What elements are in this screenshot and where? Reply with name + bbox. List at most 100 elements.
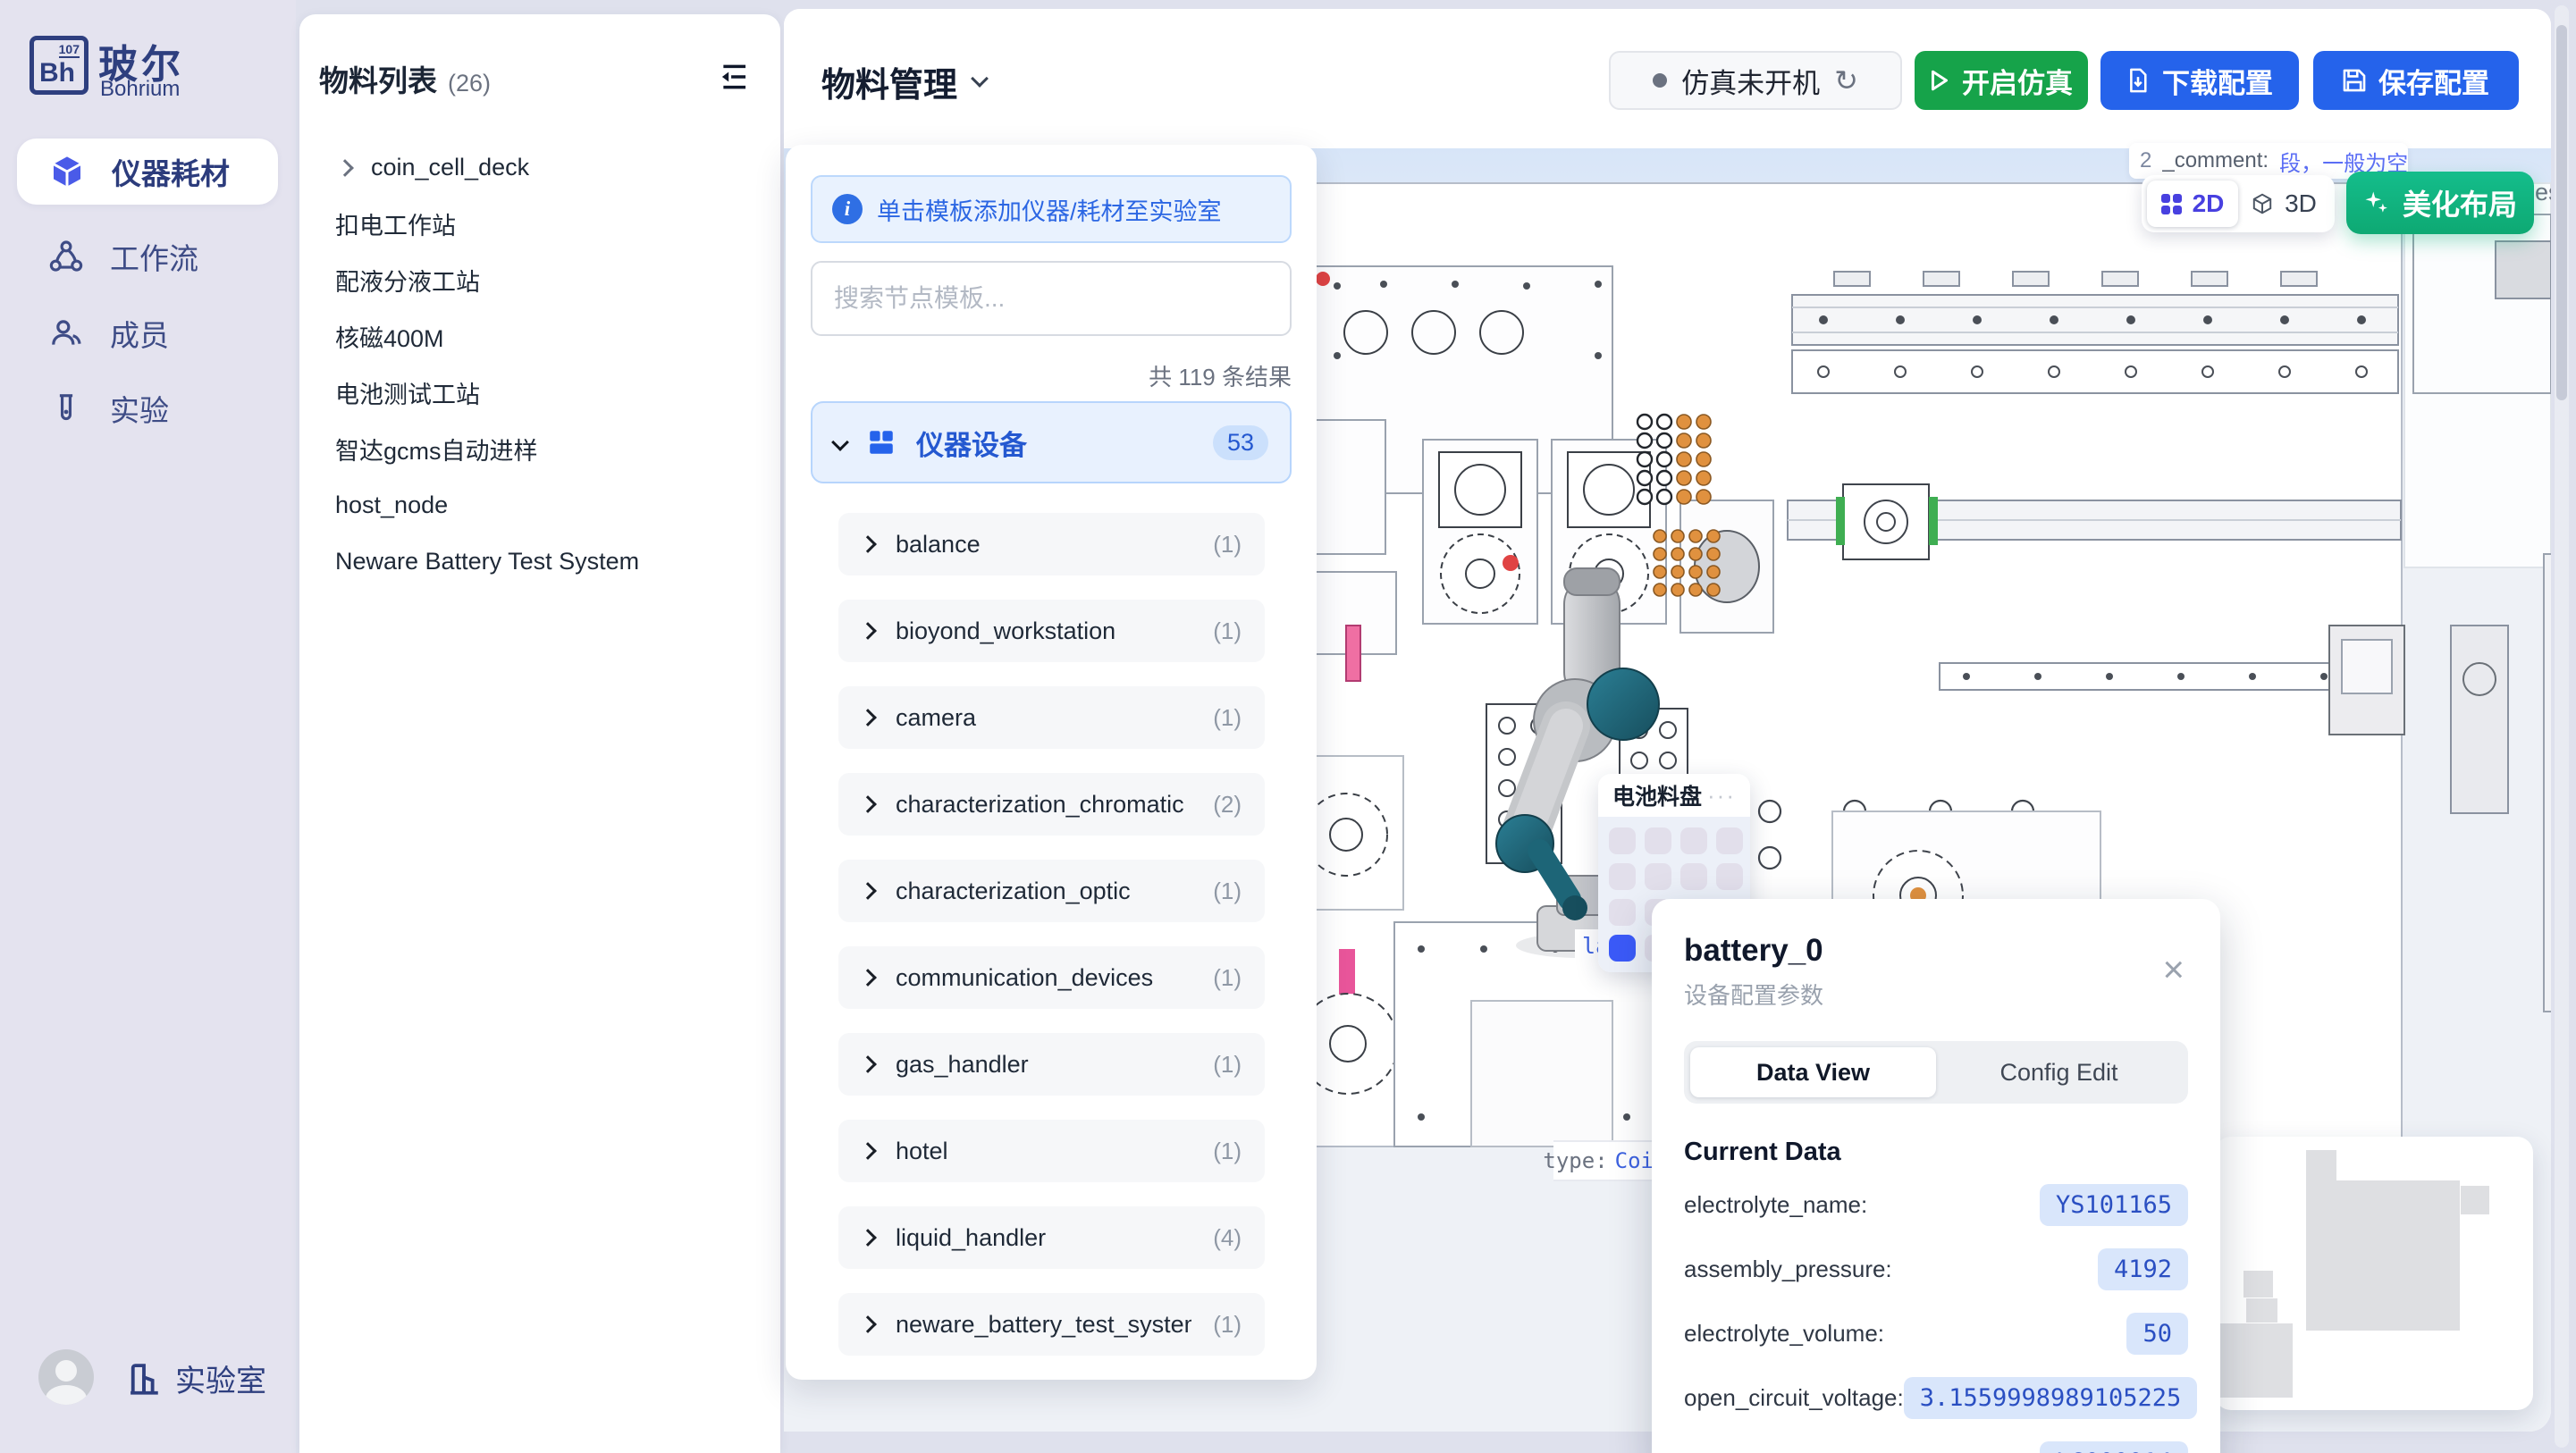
- beautify-label: 美化布局: [2403, 182, 2517, 223]
- category-name: neware_battery_test_system: [896, 1311, 1191, 1339]
- category-count: (1): [1213, 1051, 1242, 1079]
- type-tooltip-fragment: type: Coi: [1553, 1140, 1654, 1181]
- material-item[interactable]: Neware Battery Test System: [319, 533, 761, 590]
- tab-config-edit[interactable]: Config Edit: [1936, 1047, 2182, 1097]
- popup-subtitle: 设备配置参数: [1684, 978, 2188, 1011]
- tray-title: 电池料盘: [1612, 779, 1702, 811]
- field-label: electrolyte_name:: [1684, 1191, 1867, 1219]
- chevron-right-icon: [336, 159, 354, 177]
- refresh-icon[interactable]: ↻: [1834, 66, 1858, 95]
- chevron-right-icon: [859, 1229, 877, 1247]
- field-value: LG000014: [2040, 1441, 2188, 1453]
- toggle-3d[interactable]: 3D: [2238, 181, 2329, 227]
- materials-count: (26): [448, 70, 491, 97]
- sidebar-item-label: 工作流: [110, 235, 198, 278]
- hint-label: _comment:: [2162, 148, 2269, 173]
- category-count: (1): [1213, 1138, 1242, 1165]
- tray-cell-selected[interactable]: [1609, 935, 1636, 962]
- material-name: 核磁400M: [335, 319, 444, 354]
- beautify-layout-button[interactable]: 美化布局: [2346, 172, 2534, 234]
- material-item[interactable]: 智达gcms自动进样: [319, 421, 761, 477]
- start-simulation-button[interactable]: 开启仿真: [1915, 51, 2088, 110]
- category-hotel[interactable]: hotel(1): [838, 1120, 1265, 1182]
- tray-cell[interactable]: [1716, 827, 1743, 854]
- popup-tabs: Data View Config Edit: [1684, 1041, 2188, 1104]
- tray-cell[interactable]: [1645, 827, 1671, 854]
- group-instruments[interactable]: 仪器设备 53: [811, 401, 1292, 483]
- toggle-2d[interactable]: 2D: [2147, 181, 2238, 227]
- tray-cell[interactable]: [1609, 863, 1636, 890]
- bohrium-logo-icon: 107 Bh: [29, 36, 88, 95]
- save-config-button[interactable]: 保存配置: [2313, 51, 2519, 110]
- category-camera[interactable]: camera(1): [838, 686, 1265, 749]
- tray-cell[interactable]: [1716, 863, 1743, 890]
- sidebar-item-instruments[interactable]: 仪器耗材: [17, 139, 278, 205]
- group-label: 仪器设备: [916, 423, 1193, 463]
- category-balance[interactable]: balance(1): [838, 513, 1265, 575]
- tray-cell[interactable]: [1609, 827, 1636, 854]
- tray-cell[interactable]: [1680, 863, 1707, 890]
- lab-switcher[interactable]: 实验室: [125, 1356, 266, 1400]
- scrollbar-thumb[interactable]: [2556, 25, 2567, 400]
- save-config-label: 保存配置: [2378, 61, 2489, 101]
- collapse-list-icon[interactable]: [718, 63, 750, 96]
- field-row: open_circuit_voltage: 3.1559998989105225: [1684, 1365, 2188, 1430]
- category-neware-battery-test-system[interactable]: neware_battery_test_system (1): [838, 1293, 1265, 1356]
- template-search-input[interactable]: [811, 261, 1292, 336]
- material-item[interactable]: 配液分液工站: [319, 252, 761, 308]
- app-root: 107 Bh 玻尔 Bohrium 仪器耗材 工作流 成员: [0, 0, 2576, 1453]
- download-icon: [2126, 68, 2150, 93]
- field-value: YS101165: [2040, 1184, 2188, 1226]
- tray-cell[interactable]: [1609, 899, 1636, 926]
- category-communication-devices[interactable]: communication_devices(1): [838, 946, 1265, 1009]
- category-characterization-optic[interactable]: characterization_optic(1): [838, 860, 1265, 922]
- chevron-right-icon: [859, 622, 877, 640]
- material-name: 智达gcms自动进样: [335, 432, 538, 466]
- field-label: data_electrolyte_code:: [1684, 1449, 1918, 1453]
- sidebar-item-members[interactable]: 成员: [17, 300, 278, 366]
- material-item-expandable[interactable]: coin_cell_deck: [319, 139, 761, 196]
- category-characterization-chromatic[interactable]: characterization_chromatic(2): [838, 773, 1265, 836]
- chevron-down-icon: [971, 70, 989, 88]
- user-avatar[interactable]: [38, 1349, 94, 1405]
- play-icon: [1930, 70, 1949, 91]
- material-name: 扣电工作站: [335, 206, 456, 241]
- download-config-button[interactable]: 下载配置: [2100, 51, 2299, 110]
- material-item[interactable]: 核磁400M: [319, 308, 761, 365]
- material-item[interactable]: host_node: [319, 477, 761, 533]
- category-liquid-handler[interactable]: liquid_handler (4): [838, 1206, 1265, 1269]
- category-bioyond-workstation[interactable]: bioyond_workstation(1): [838, 600, 1265, 662]
- page-title-dropdown[interactable]: 物料管理: [821, 50, 986, 113]
- category-name: liquid_handler: [896, 1224, 1191, 1252]
- category-count: (1): [1213, 1311, 1242, 1339]
- tray-cell[interactable]: [1645, 863, 1671, 890]
- field-row: electrolyte_volume: 50: [1684, 1301, 2188, 1365]
- logo-number: 107: [59, 42, 80, 58]
- tab-data-view[interactable]: Data View: [1690, 1047, 1936, 1097]
- category-gas-handler[interactable]: gas_handler(1): [838, 1033, 1265, 1096]
- material-item[interactable]: 扣电工作站: [319, 196, 761, 252]
- chevron-right-icon: [859, 969, 877, 987]
- material-item[interactable]: 电池测试工站: [319, 365, 761, 421]
- workflow-icon: [49, 239, 83, 273]
- tray-cell[interactable]: [1680, 827, 1707, 854]
- chevron-right-icon: [859, 1315, 877, 1333]
- minimap[interactable]: [2215, 1137, 2533, 1410]
- brand-name-en: Bohrium: [100, 77, 180, 102]
- template-hint-banner: i 单击模板添加仪器/耗材至实验室: [811, 175, 1292, 243]
- field-row: electrolyte_name: YS101165: [1684, 1172, 2188, 1237]
- material-name: 配液分液工站: [335, 263, 480, 298]
- category-name: communication_devices: [896, 964, 1191, 992]
- field-value: 50: [2126, 1313, 2188, 1355]
- sidebar-item-experiments[interactable]: 实验: [17, 375, 278, 441]
- category-count: (2): [1213, 791, 1242, 819]
- sidebar-item-workflow[interactable]: 工作流: [17, 223, 278, 290]
- category-count: (4): [1213, 1224, 1242, 1252]
- 3d-cube-icon: [2251, 192, 2274, 215]
- tray-menu-dots-icon[interactable]: ···: [1707, 782, 1736, 810]
- chevron-right-icon: [859, 795, 877, 813]
- main-header: 物料管理 仿真未开机 ↻ 开启仿真 下载配置: [784, 9, 2551, 148]
- material-name: 电池测试工站: [335, 375, 480, 410]
- simulation-status-pill[interactable]: 仿真未开机 ↻: [1609, 51, 1902, 110]
- close-icon[interactable]: ×: [2162, 951, 2185, 988]
